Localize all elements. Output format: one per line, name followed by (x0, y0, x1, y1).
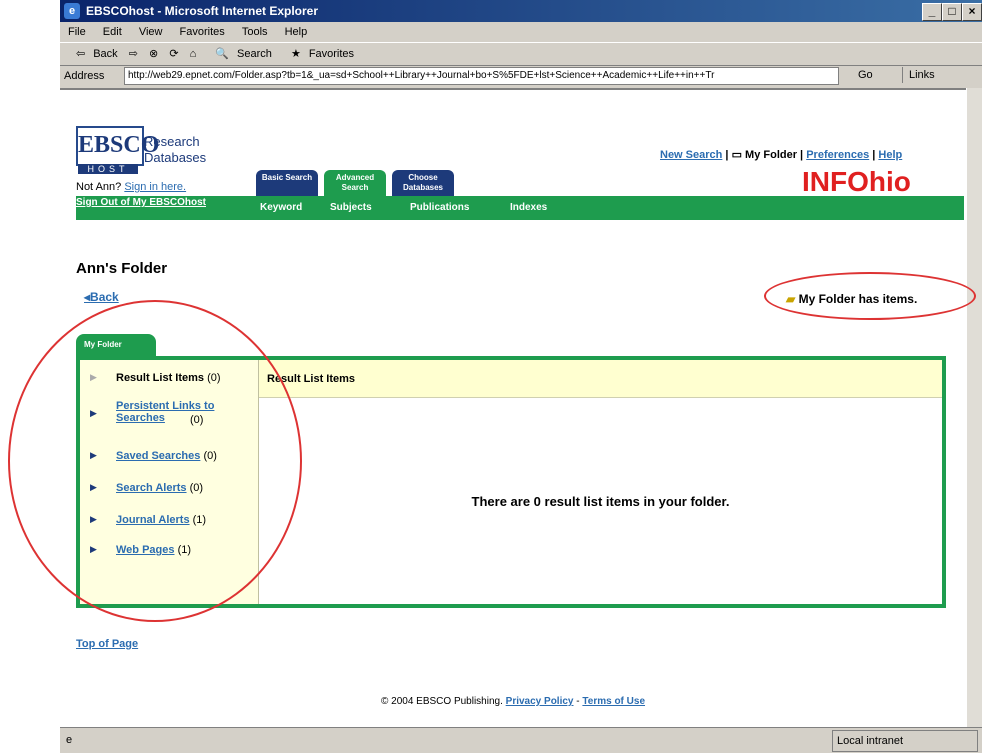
section-title: Result List Items (259, 360, 942, 398)
status-bar: e Local intranet (60, 727, 982, 754)
home-button[interactable]: ⌂ (190, 48, 197, 60)
sign-in-link[interactable]: Sign in here. (124, 181, 186, 193)
highlight-circle (764, 272, 976, 320)
minimize-button[interactable]: _ (922, 3, 942, 21)
infohio-logo: INFOhio (802, 166, 911, 197)
favorites-icon: ★ (290, 48, 301, 60)
refresh-button[interactable]: ⟳ (169, 48, 178, 60)
ebsco-logo: EBSCO (76, 126, 159, 166)
empty-message: There are 0 result list items in your fo… (471, 494, 730, 509)
go-button[interactable]: Go (858, 67, 873, 83)
top-links: New Search | ▭ My Folder | Preferences |… (660, 149, 903, 161)
menu-tools[interactable]: Tools (242, 26, 268, 38)
security-zone: Local intranet (832, 730, 978, 752)
ie-icon: e (64, 3, 80, 19)
menu-help[interactable]: Help (285, 26, 308, 38)
tab-basic-search[interactable]: Basic Search (256, 170, 318, 196)
menu-bar: File Edit View Favorites Tools Help (60, 22, 982, 42)
tab-choose-databases[interactable]: Choose Databases (392, 170, 454, 196)
privacy-policy-link[interactable]: Privacy Policy (506, 696, 574, 707)
address-bar: Address http://web29.epnet.com/Folder.as… (60, 65, 982, 87)
ebsco-host-logo: HOST (78, 164, 138, 174)
back-link[interactable]: ◂Back (84, 290, 119, 304)
menu-file[interactable]: File (68, 26, 86, 38)
menu-edit[interactable]: Edit (103, 26, 122, 38)
address-label: Address (64, 70, 105, 82)
not-user-text: Not Ann? Sign in here. (76, 181, 187, 193)
footer: © 2004 EBSCO Publishing. Privacy Policy … (380, 696, 646, 707)
page-icon: e (66, 734, 73, 746)
forward-button[interactable]: ⇨ (129, 48, 138, 60)
close-button[interactable]: × (962, 3, 982, 21)
maximize-button[interactable]: □ (942, 3, 962, 21)
highlight-circle (8, 300, 302, 622)
favorites-toolbar-button[interactable]: ★ Favorites (283, 48, 354, 60)
menu-favorites[interactable]: Favorites (180, 26, 225, 38)
tab-advanced-search[interactable]: Advanced Search (324, 170, 386, 196)
subtab-publications[interactable]: Publications (410, 202, 469, 213)
stop-button[interactable]: ⊗ (149, 48, 158, 60)
my-folder-link[interactable]: My Folder (745, 149, 797, 161)
help-link[interactable]: Help (878, 149, 902, 161)
toolbar: ⇦ Back ⇨ ⊗ ⟳ ⌂ 🔍 Search ★ Favorites (60, 42, 982, 66)
search-icon: 🔍 (215, 48, 230, 60)
vertical-scrollbar[interactable] (966, 88, 982, 727)
subtab-indexes[interactable]: Indexes (510, 202, 547, 213)
address-input[interactable]: http://web29.epnet.com/Folder.asp?tb=1&_… (124, 67, 839, 85)
terms-of-use-link[interactable]: Terms of Use (582, 696, 645, 707)
menu-view[interactable]: View (139, 26, 163, 38)
top-of-page-link[interactable]: Top of Page (76, 638, 138, 650)
title-bar: e EBSCOhost - Microsoft Internet Explore… (60, 0, 982, 22)
browser-window: e EBSCOhost - Microsoft Internet Explore… (8, 0, 982, 754)
preferences-link[interactable]: Preferences (806, 149, 869, 161)
page-title: Ann's Folder (76, 260, 168, 277)
back-toolbar-button[interactable]: ⇦ Back (68, 48, 118, 60)
new-search-link[interactable]: New Search (660, 149, 722, 161)
research-databases-label: Research Databases (144, 134, 207, 165)
window-title: EBSCOhost - Microsoft Internet Explorer (86, 4, 319, 18)
subtab-keyword[interactable]: Keyword (260, 202, 302, 213)
links-button[interactable]: Links (902, 67, 935, 83)
page-content: EBSCO HOST Research Databases Not Ann? S… (8, 88, 976, 727)
folder-icon: ▭ (731, 149, 742, 161)
search-toolbar-button[interactable]: 🔍 Search (207, 48, 272, 60)
subtab-subjects[interactable]: Subjects (330, 202, 372, 213)
sign-out-link[interactable]: Sign Out of My EBSCOhost (76, 197, 206, 208)
back-arrow-icon: ⇦ (76, 48, 86, 60)
